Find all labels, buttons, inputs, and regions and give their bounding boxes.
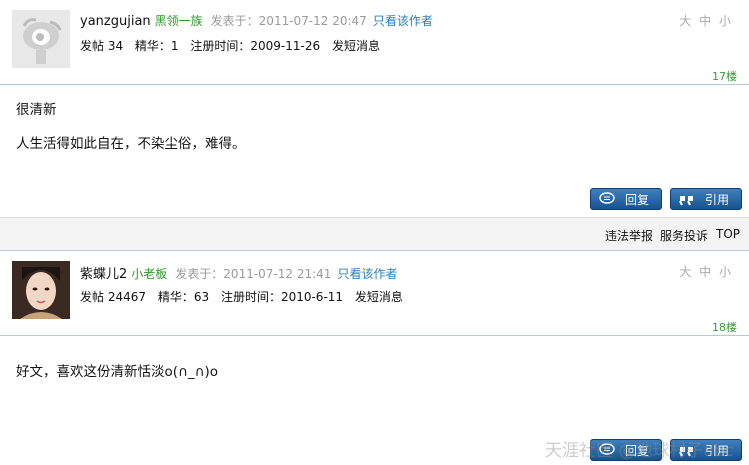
user-stats: 发帖 24467 精华：63 注册时间：2010-6-11 发短消息 [80,288,411,305]
avatar[interactable] [12,10,70,68]
content-line: 好文，喜欢这份清新恬淡o(∩_∩)o [16,364,219,380]
only-author-link[interactable]: 只看该作者 [373,14,433,28]
username-line: yanzgujian 黑领一族 发表于：2011-07-12 20:47 只看该作者 [80,12,433,29]
send-message-link[interactable]: 发短消息 [355,290,403,304]
user-stats: 发帖 34 精华：1 注册时间：2009-11-26 发短消息 [80,37,388,54]
register-date: 注册时间：2009-11-26 [190,39,321,53]
font-size-switcher[interactable]: 大 中 小 [679,263,733,280]
font-size-switcher[interactable]: 大 中 小 [679,12,733,29]
reply-button[interactable]: 回复 [590,188,662,210]
post-count: 发帖 34 [80,39,124,53]
weibo-default-avatar-icon [12,10,70,68]
post-time: 发表于：2011-07-12 21:41 [175,267,332,281]
quote-label: 引用 [705,193,730,207]
post-time: 发表于：2011-07-12 20:47 [210,14,367,28]
digest-count: 精华：63 [157,290,210,304]
reply-icon [599,192,615,204]
register-date: 注册时间：2010-6-11 [220,290,344,304]
username[interactable]: 紫蝶儿2 [80,267,127,282]
content-line: 人生活得如此自在，不染尘俗，难得。 [16,136,246,152]
complaint-link[interactable]: 服务投诉 [660,227,708,244]
digest-count: 精华：1 [134,39,179,53]
top-link[interactable]: TOP [716,227,740,241]
content-line: 很清新 [16,102,57,118]
user-rank: 小老板 [131,267,168,281]
reply-label: 回复 [625,193,650,207]
post-toolbar: 违法举报 服务投诉 TOP [0,217,749,251]
avatar[interactable] [12,261,70,319]
quote-icon [679,196,693,206]
post-content: 很清新 人生活得如此自在，不染尘俗，难得。 回复 引用 [0,85,749,217]
floor-number: 18楼 [712,321,737,334]
user-photo-icon [12,261,70,319]
floor-number: 17楼 [712,70,737,83]
username[interactable]: yanzgujian [80,14,151,29]
send-message-link[interactable]: 发短消息 [332,39,380,53]
post-count: 发帖 24467 [80,290,146,304]
username-line: 紫蝶儿2 小老板 发表于：2011-07-12 21:41 只看该作者 [80,263,397,282]
only-author-link[interactable]: 只看该作者 [337,267,397,281]
post-header: 紫蝶儿2 小老板 发表于：2011-07-12 21:41 只看该作者 大 中 小 发… [0,251,749,336]
quote-button[interactable]: 引用 [670,188,742,210]
report-link[interactable]: 违法举报 [605,227,653,244]
post-header: yanzgujian 黑领一族 发表于：2011-07-12 20:47 只看该作者 … [0,0,749,85]
user-rank: 黑领一族 [154,14,203,28]
watermark: 天涯社区 @地球村子abc [545,441,734,461]
